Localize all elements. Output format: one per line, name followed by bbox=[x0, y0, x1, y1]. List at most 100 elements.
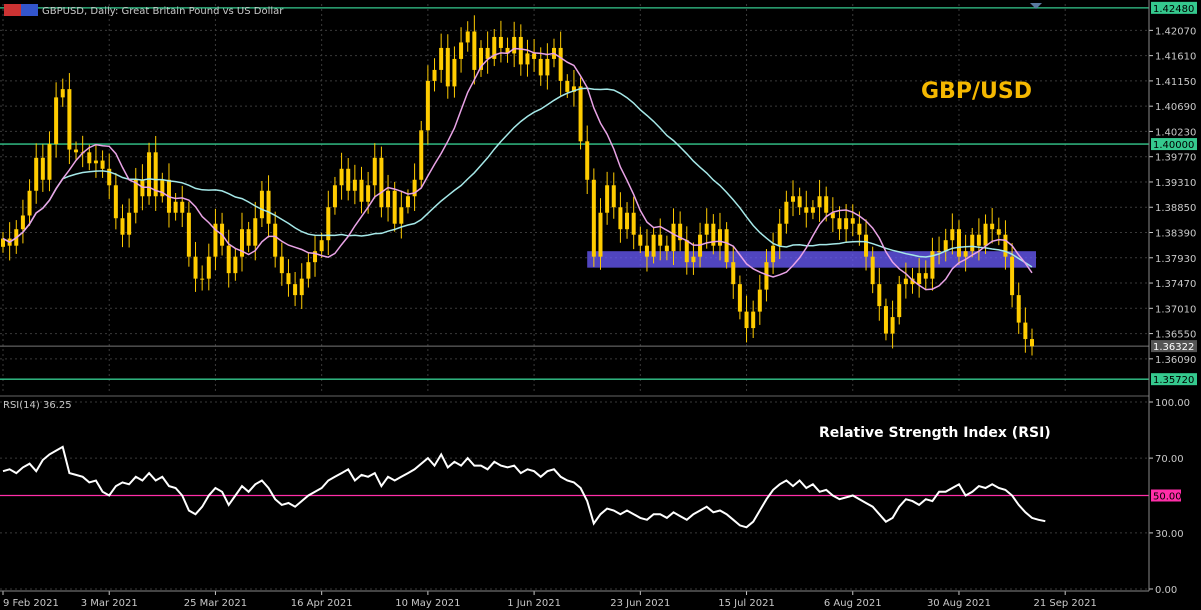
candle-body bbox=[864, 234, 869, 257]
candle-body bbox=[890, 317, 895, 334]
candle-body bbox=[618, 207, 623, 230]
candle-body bbox=[319, 240, 324, 252]
candle-body bbox=[804, 207, 809, 213]
candle-body bbox=[950, 229, 955, 241]
time-tick-label: 6 Aug 2021 bbox=[824, 598, 882, 609]
candle-body bbox=[532, 53, 537, 59]
candle-body bbox=[120, 218, 125, 235]
candle-body bbox=[299, 278, 304, 296]
candle-body bbox=[605, 185, 610, 213]
candle-body bbox=[664, 245, 669, 252]
candle-body bbox=[40, 157, 45, 180]
candle-body bbox=[200, 278, 205, 280]
price-tick-label: 1.37010 bbox=[1155, 304, 1196, 315]
candle-body bbox=[87, 152, 92, 164]
price-tick-label: 1.36090 bbox=[1155, 355, 1196, 366]
candle-body bbox=[1003, 234, 1008, 257]
level-tag-label: 1.40000 bbox=[1153, 140, 1194, 151]
price-tick-label: 1.38390 bbox=[1155, 229, 1196, 240]
candle-body bbox=[791, 196, 796, 202]
candle-body bbox=[651, 234, 656, 257]
candle-body bbox=[956, 229, 961, 257]
candle-body bbox=[140, 179, 145, 197]
candle-body bbox=[47, 144, 52, 180]
candle-body bbox=[565, 80, 570, 92]
price-tick-label: 1.41150 bbox=[1155, 77, 1196, 88]
candle-body bbox=[465, 31, 470, 43]
candle-body bbox=[379, 157, 384, 208]
candle-body bbox=[724, 229, 729, 263]
candle-body bbox=[346, 168, 351, 191]
candle-body bbox=[658, 234, 663, 246]
candle-body bbox=[545, 58, 550, 76]
rsi-tick-label: 100.00 bbox=[1155, 398, 1190, 409]
candle-body bbox=[684, 240, 689, 263]
candle-body bbox=[60, 89, 65, 98]
candle-body bbox=[206, 256, 211, 279]
candle-body bbox=[405, 196, 410, 208]
candle-body bbox=[844, 218, 849, 230]
candle-body bbox=[691, 256, 696, 263]
candle-body bbox=[598, 212, 603, 257]
candle-body bbox=[784, 201, 789, 224]
candle-body bbox=[100, 160, 105, 169]
candle-body bbox=[113, 185, 118, 219]
candle-body bbox=[963, 251, 968, 257]
candle-body bbox=[27, 190, 32, 216]
candle-body bbox=[293, 284, 298, 296]
candle-body bbox=[339, 168, 344, 186]
candle-body bbox=[1016, 295, 1021, 323]
candle-body bbox=[419, 130, 424, 180]
candle-body bbox=[399, 207, 404, 224]
candle-body bbox=[1010, 256, 1015, 296]
candle-body bbox=[233, 256, 238, 274]
candle-body bbox=[332, 185, 337, 208]
time-tick-label: 15 Jul 2021 bbox=[718, 598, 775, 609]
candle-body bbox=[439, 47, 444, 70]
candle-body bbox=[671, 223, 676, 252]
chart-overlay-title: GBP/USD bbox=[921, 79, 1032, 104]
candle-body bbox=[485, 47, 490, 59]
candle-body bbox=[498, 36, 503, 48]
candle-body bbox=[34, 157, 39, 191]
candle-body bbox=[246, 229, 251, 246]
candle-body bbox=[273, 223, 278, 257]
candle-body bbox=[970, 234, 975, 252]
time-tick-label: 10 May 2021 bbox=[395, 598, 460, 609]
candle-body bbox=[392, 190, 397, 224]
candle-body bbox=[757, 289, 762, 312]
candle-body bbox=[279, 256, 284, 274]
candle-body bbox=[186, 212, 191, 257]
candle-body bbox=[518, 36, 523, 65]
candle-body bbox=[751, 311, 756, 329]
price-tick-label: 1.38850 bbox=[1155, 203, 1196, 214]
candle-body bbox=[797, 196, 802, 208]
time-tick-label: 30 Aug 2021 bbox=[927, 598, 991, 609]
candle-body bbox=[372, 157, 377, 186]
rsi-tick-label: 0.00 bbox=[1155, 585, 1177, 596]
candle-body bbox=[943, 240, 948, 252]
level-tag-label: 1.35720 bbox=[1153, 375, 1194, 386]
candle-body bbox=[923, 273, 928, 279]
candle-body bbox=[578, 86, 583, 142]
candle-body bbox=[259, 190, 264, 219]
candle-body bbox=[472, 31, 477, 70]
candle-body bbox=[850, 218, 855, 224]
candle-body bbox=[359, 179, 364, 202]
price-tick-label: 1.42070 bbox=[1155, 26, 1196, 37]
time-tick-label: 9 Feb 2021 bbox=[3, 598, 59, 609]
candle-body bbox=[983, 223, 988, 246]
price-tick-label: 1.40230 bbox=[1155, 127, 1196, 138]
gbp-flag-icon bbox=[4, 4, 21, 16]
candle-body bbox=[525, 53, 530, 65]
price-tick-label: 1.36550 bbox=[1155, 330, 1196, 341]
candle-body bbox=[644, 245, 649, 257]
candle-body bbox=[93, 160, 98, 164]
time-tick-label: 16 Apr 2021 bbox=[291, 598, 353, 609]
usd-flag-icon bbox=[21, 4, 38, 16]
chart-root: 1.42070 1.41610 1.41150 1.40690 1.40230 1.397… bbox=[0, 0, 1201, 610]
candle-body bbox=[717, 229, 722, 246]
time-tick-label: 21 Sep 2021 bbox=[1033, 598, 1096, 609]
candle-body bbox=[744, 311, 749, 329]
candle-body bbox=[512, 36, 517, 54]
